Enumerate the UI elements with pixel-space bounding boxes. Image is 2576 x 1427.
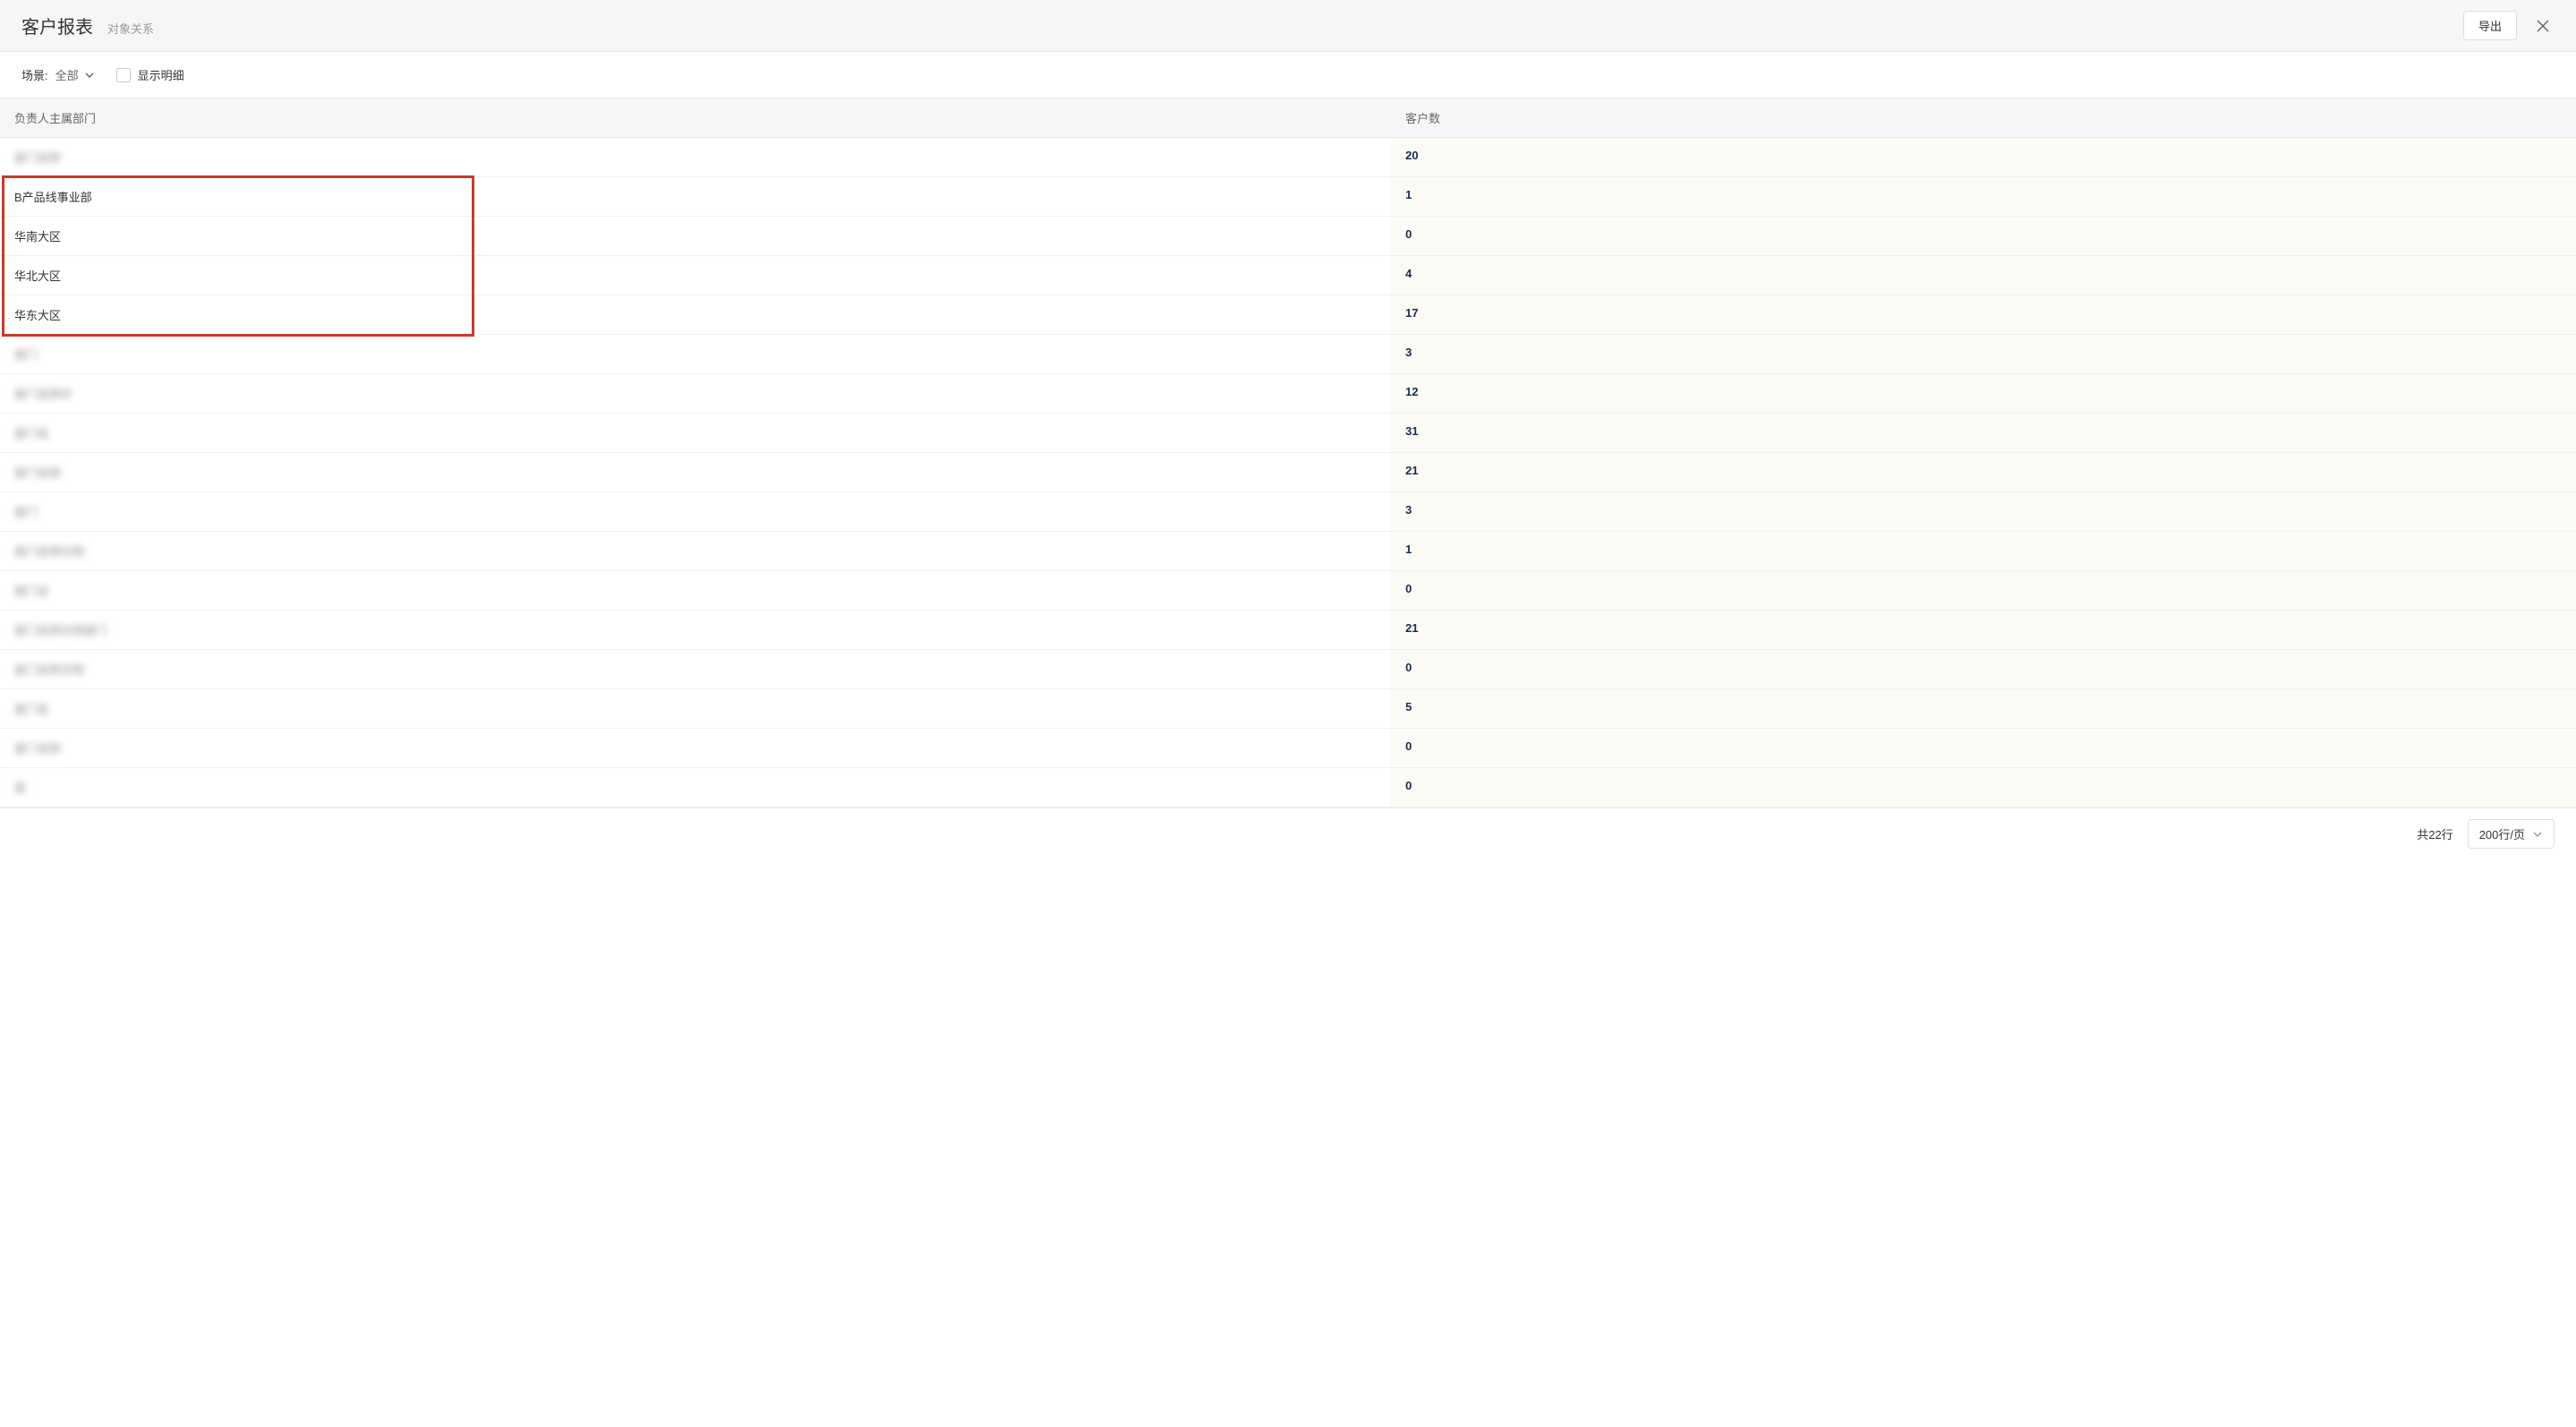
page-title: 客户报表	[21, 13, 93, 38]
scene-select[interactable]: 全部	[55, 66, 95, 83]
column-header-count[interactable]: 客户数	[1391, 98, 2576, 137]
table-row[interactable]: 部门名5	[0, 689, 2576, 729]
page-size-select[interactable]: 200行/页	[2468, 819, 2555, 849]
show-detail-group: 显示明细	[116, 66, 184, 83]
scene-value: 全部	[55, 66, 79, 83]
chevron-down-icon	[84, 70, 95, 81]
export-button[interactable]: 导出	[2463, 11, 2517, 40]
page-header: 客户报表 对象关系 导出	[0, 0, 2576, 52]
cell-count: 1	[1391, 532, 2576, 570]
table-row[interactable]: 部门3	[0, 492, 2576, 532]
header-right: 导出	[2463, 11, 2555, 40]
table-row[interactable]: 华北大区4	[0, 256, 2576, 295]
cell-count: 21	[1391, 611, 2576, 649]
cell-count: 0	[1391, 650, 2576, 688]
table-row[interactable]: 部门名称示例1	[0, 532, 2576, 571]
cell-department: 部门	[0, 335, 1391, 373]
cell-department: 华南大区	[0, 217, 1391, 255]
table-wrapper: 负责人主属部门 客户数 部门名称20B产品线事业部1华南大区0华北大区4华东大区…	[0, 98, 2576, 807]
cell-department: 部门名称示例	[0, 532, 1391, 570]
header-left: 客户报表 对象关系	[21, 13, 154, 38]
cell-count: 12	[1391, 374, 2576, 413]
cell-department: 部门名称	[0, 138, 1391, 176]
table-row[interactable]: B产品线事业部1	[0, 177, 2576, 217]
table-body: 部门名称20B产品线事业部1华南大区0华北大区4华东大区17部门3部门名称示12…	[0, 138, 2576, 807]
table-header-row: 负责人主属部门 客户数	[0, 98, 2576, 138]
close-button[interactable]	[2531, 14, 2555, 38]
cell-count: 3	[1391, 492, 2576, 531]
cell-count: 1	[1391, 177, 2576, 216]
cell-department: 华东大区	[0, 295, 1391, 334]
cell-count: 0	[1391, 217, 2576, 255]
chevron-down-icon	[2532, 829, 2543, 840]
cell-count: 0	[1391, 729, 2576, 767]
show-detail-checkbox[interactable]	[116, 68, 131, 82]
column-header-department[interactable]: 负责人主属部门	[0, 98, 1391, 137]
total-rows-label: 共22行	[2417, 825, 2452, 842]
table-row[interactable]: 华南大区0	[0, 217, 2576, 256]
table-row[interactable]: 华东大区17	[0, 295, 2576, 335]
cell-department: 部门	[0, 492, 1391, 531]
table-row[interactable]: 部门名称0	[0, 729, 2576, 768]
table-row[interactable]: 部门名称示例0	[0, 650, 2576, 689]
cell-count: 21	[1391, 453, 2576, 491]
cell-department: 华北大区	[0, 256, 1391, 295]
cell-department: 部门名称示例部门	[0, 611, 1391, 649]
cell-count: 4	[1391, 256, 2576, 295]
table-row[interactable]: 部门名称21	[0, 453, 2576, 492]
page-subtitle: 对象关系	[107, 20, 154, 37]
cell-department: B产品线事业部	[0, 177, 1391, 216]
cell-count: 20	[1391, 138, 2576, 176]
cell-department: 部	[0, 768, 1391, 807]
page-size-value: 200行/页	[2479, 825, 2525, 842]
table-row[interactable]: 部门名称示例部门21	[0, 611, 2576, 650]
table-footer: 共22行 200行/页	[0, 807, 2576, 859]
table-row[interactable]: 部门名0	[0, 571, 2576, 611]
cell-department: 部门名称示例	[0, 650, 1391, 688]
scene-filter: 场景: 全部	[21, 66, 95, 83]
show-detail-label: 显示明细	[138, 66, 184, 83]
table-row[interactable]: 部门名31	[0, 414, 2576, 453]
cell-department: 部门名称示	[0, 374, 1391, 413]
cell-department: 部门名	[0, 414, 1391, 452]
table-row[interactable]: 部0	[0, 768, 2576, 807]
report-table: 负责人主属部门 客户数 部门名称20B产品线事业部1华南大区0华北大区4华东大区…	[0, 98, 2576, 807]
table-row[interactable]: 部门3	[0, 335, 2576, 374]
cell-count: 0	[1391, 768, 2576, 807]
cell-count: 5	[1391, 689, 2576, 728]
cell-count: 0	[1391, 571, 2576, 610]
cell-department: 部门名称	[0, 729, 1391, 767]
table-row[interactable]: 部门名称示12	[0, 374, 2576, 414]
cell-count: 17	[1391, 295, 2576, 334]
table-row[interactable]: 部门名称20	[0, 138, 2576, 177]
close-icon	[2535, 18, 2551, 34]
scene-label: 场景:	[21, 66, 48, 83]
cell-department: 部门名	[0, 571, 1391, 610]
toolbar: 场景: 全部 显示明细	[0, 52, 2576, 98]
cell-count: 31	[1391, 414, 2576, 452]
cell-department: 部门名称	[0, 453, 1391, 491]
cell-count: 3	[1391, 335, 2576, 373]
cell-department: 部门名	[0, 689, 1391, 728]
